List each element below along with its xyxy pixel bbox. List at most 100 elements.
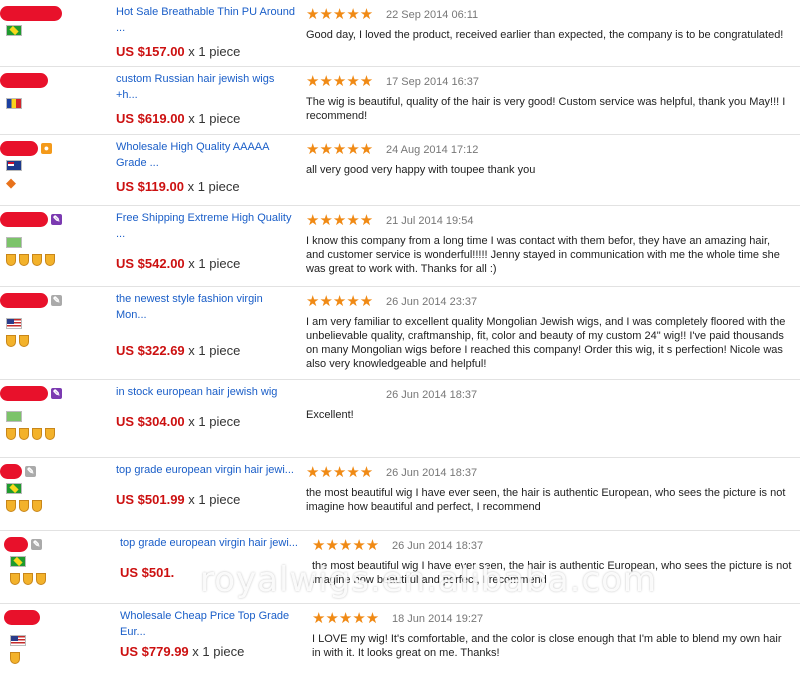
review-text: I LOVE my wig! It's comfortable, and the… (312, 633, 782, 659)
medal-icon (23, 573, 33, 585)
product-info: Wholesale Cheap Price Top Grade Eur... U… (120, 608, 300, 659)
medal-icon (6, 335, 16, 347)
buyer-info: ● ◆ (0, 141, 110, 190)
feedback-row: ✎ in stock european hair jewish wig US $… (0, 380, 800, 458)
medal-icon (19, 500, 29, 512)
price-line: US $542.00 x 1 piece (116, 256, 296, 271)
buyer-level-icon: ✎ (31, 539, 42, 550)
buyer-name[interactable] (4, 537, 28, 552)
rating-stars: ★★★★★ (312, 610, 380, 627)
product-link[interactable]: the newest style fashion virgin Mon... (116, 291, 296, 323)
flag-brazil-icon (10, 556, 26, 567)
product-link[interactable]: Wholesale Cheap Price Top Grade Eur... (120, 608, 290, 640)
diamond-badge-icon: ◆ (6, 175, 16, 190)
product-link[interactable]: top grade european virgin hair jewi... (120, 535, 300, 551)
rating-stars: ★★★★★ (306, 73, 374, 90)
buyer-info (0, 6, 110, 36)
flag-icon (6, 237, 22, 248)
price-line: US $322.69 x 1 piece (116, 343, 296, 358)
review-date: 22 Sep 2014 06:11 (386, 9, 479, 21)
medal-icon (6, 428, 16, 440)
review-text: I am very familiar to excellent quality … (306, 316, 786, 370)
product-info: the newest style fashion virgin Mon... U… (116, 291, 296, 358)
medal-icon (19, 428, 29, 440)
medal-icon (32, 428, 42, 440)
price: US $304.00 (116, 414, 185, 429)
medal-icon (45, 254, 55, 266)
rating-stars: ★★★★★ (306, 6, 374, 23)
medal-icon (10, 652, 20, 664)
buyer-info (4, 610, 114, 666)
review-text: the most beautiful wig I have ever seen,… (306, 487, 786, 513)
price-line: US $779.99 x 1 piece (120, 644, 300, 659)
buyer-name[interactable] (0, 141, 38, 156)
review-date: 17 Sep 2014 16:37 (386, 76, 479, 88)
buyer-info: ✎ (0, 212, 110, 268)
flag-usa-icon (6, 318, 22, 329)
buyer-name[interactable] (0, 6, 62, 21)
review: ★★★★★ 24 Aug 2014 17:12 all very good ver… (306, 141, 786, 177)
buyer-level-icon: ● (41, 143, 52, 154)
review: ★★★★★ 26 Jun 2014 23:37 I am very familia… (306, 293, 786, 371)
price: US $119.00 (116, 179, 184, 194)
quantity: x 1 piece (187, 179, 240, 194)
product-info: custom Russian hair jewish wigs +h... US… (116, 71, 296, 126)
buyer-info: ✎ (0, 464, 110, 514)
buyer-name[interactable] (0, 212, 48, 227)
rating-stars: ★★★★★ (306, 141, 374, 158)
flag-usa-icon (10, 635, 26, 646)
price: US $779.99 (120, 644, 189, 659)
feedback-row: custom Russian hair jewish wigs +h... US… (0, 67, 800, 135)
price-line: US $119.00 x 1 piece (116, 179, 296, 194)
medal-badges (6, 500, 110, 514)
medal-icon (36, 573, 46, 585)
rating-stars: ★★★★★ (306, 212, 374, 229)
buyer-name[interactable] (0, 73, 48, 88)
product-link[interactable]: Hot Sale Breathable Thin PU Around ... (116, 4, 296, 36)
price: US $322.69 (116, 343, 185, 358)
product-link[interactable]: Wholesale High Quality AAAAA Grade ... (116, 139, 291, 171)
quantity: x 1 piece (188, 414, 241, 429)
review: ★★★★★ 22 Sep 2014 06:11 Good day, I loved… (306, 6, 786, 42)
buyer-name[interactable] (0, 386, 48, 401)
medal-icon (6, 254, 16, 266)
feedback-row: ✎ top grade european virgin hair jewi...… (0, 458, 800, 531)
buyer-info (0, 73, 110, 109)
product-link[interactable]: Free Shipping Extreme High Quality ... (116, 210, 296, 242)
quantity: x 1 piece (188, 44, 241, 59)
review-date: 21 Jul 2014 19:54 (386, 215, 474, 227)
product-link[interactable]: custom Russian hair jewish wigs +h... (116, 71, 276, 103)
buyer-level-icon: ✎ (51, 295, 62, 306)
review-text: I know this company from a long time I w… (306, 235, 780, 275)
flag-australia-icon (6, 160, 22, 171)
price-line: US $157.00 x 1 piece (116, 44, 296, 59)
quantity: x 1 piece (192, 644, 245, 659)
quantity: x 1 piece (188, 492, 241, 507)
rating-stars: ★★★★★ (306, 464, 374, 481)
buyer-level-icon: ✎ (25, 466, 36, 477)
product-info: Wholesale High Quality AAAAA Grade ... U… (116, 139, 296, 194)
review: ★★★★★ 18 Jun 2014 19:27 I LOVE my wig! It… (312, 610, 792, 660)
quantity: x 1 piece (188, 111, 241, 126)
buyer-name[interactable] (4, 610, 40, 625)
price: US $501. (120, 565, 175, 580)
review-date: 18 Jun 2014 19:27 (392, 613, 484, 625)
product-link[interactable]: in stock european hair jewish wig (116, 384, 296, 400)
flag-romania-icon (6, 98, 22, 109)
product-info: in stock european hair jewish wig US $30… (116, 384, 296, 429)
feedback-row: ● ◆ Wholesale High Quality AAAAA Grade .… (0, 135, 800, 206)
flag-icon (6, 411, 22, 422)
buyer-info: ✎ (0, 293, 110, 349)
feedback-row: ✎ Free Shipping Extreme High Quality ...… (0, 206, 800, 287)
review-date: 26 Jun 2014 18:37 (386, 467, 478, 479)
medal-icon (10, 573, 20, 585)
price-line: US $501.99 x 1 piece (116, 492, 296, 507)
rating-stars: ★★★★★ (306, 293, 374, 310)
quantity: x 1 piece (188, 343, 241, 358)
product-link[interactable]: top grade european virgin hair jewi... (116, 462, 296, 478)
buyer-name[interactable] (0, 464, 22, 479)
review: ★★★★★ 17 Sep 2014 16:37 The wig is beauti… (306, 73, 786, 123)
buyer-level-icon: ✎ (51, 214, 62, 225)
buyer-name[interactable] (0, 293, 48, 308)
price-line: US $619.00 x 1 piece (116, 111, 296, 126)
